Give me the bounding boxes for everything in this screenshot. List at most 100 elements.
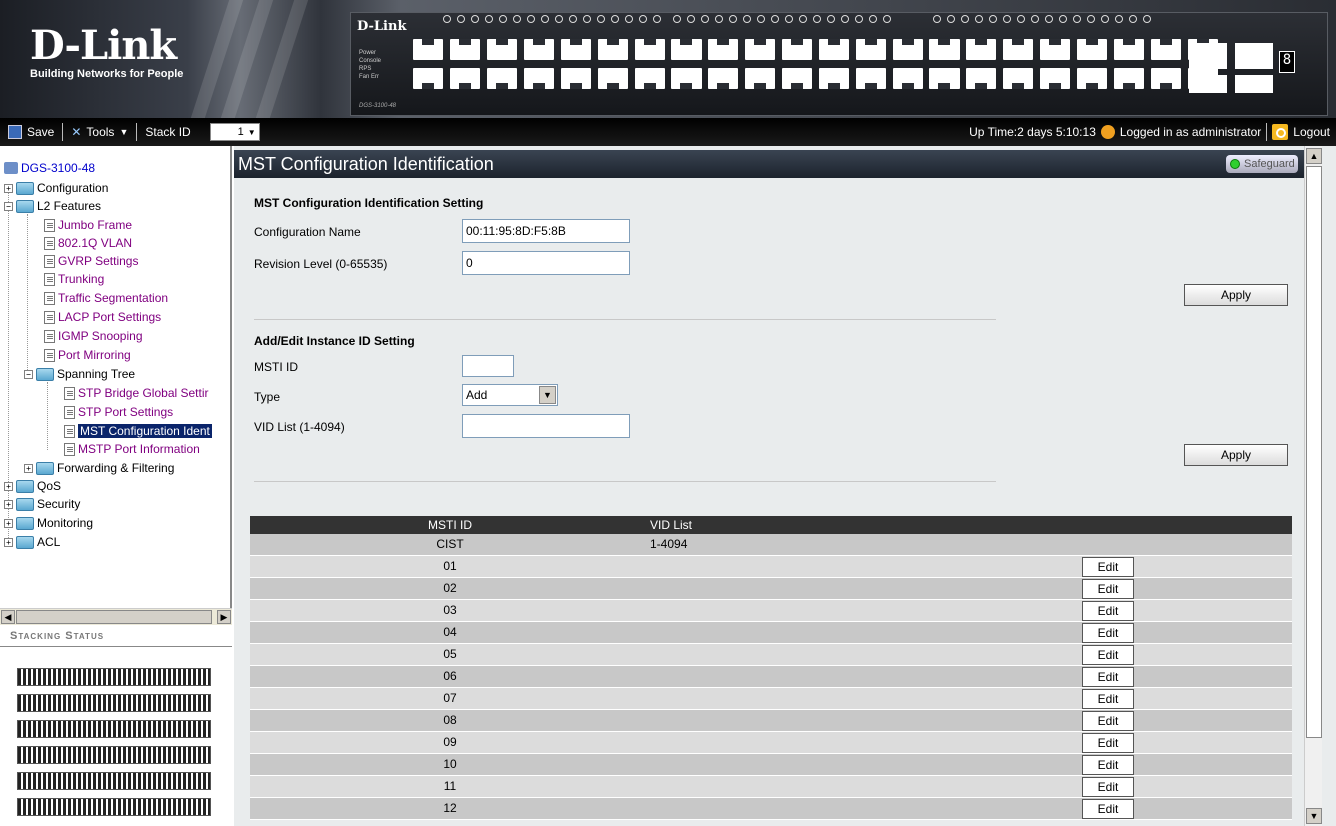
- edit-button[interactable]: Edit: [1082, 733, 1134, 753]
- table-row: 03 Edit: [250, 600, 1292, 622]
- expand-icon[interactable]: +: [24, 463, 33, 473]
- stack-unit-image[interactable]: [17, 694, 211, 712]
- edit-button[interactable]: Edit: [1082, 711, 1134, 731]
- folder-icon: [16, 497, 34, 511]
- expand-icon[interactable]: +: [4, 183, 13, 193]
- edit-button[interactable]: Edit: [1082, 579, 1134, 599]
- chevron-down-icon[interactable]: ▼: [539, 386, 556, 404]
- save-button[interactable]: Save: [0, 121, 62, 143]
- edit-button[interactable]: Edit: [1082, 689, 1134, 709]
- led-label: RPS: [359, 66, 372, 72]
- msti-id-cell: 02: [443, 581, 457, 595]
- main-content: MST Configuration Identification Safegua…: [234, 146, 1336, 826]
- stack-unit-image[interactable]: [17, 746, 211, 764]
- tree-item-configuration[interactable]: + Configuration: [4, 179, 108, 197]
- apply-mst-button[interactable]: Apply: [1184, 284, 1288, 306]
- chevron-down-icon: ▼: [119, 127, 129, 137]
- logout-button[interactable]: Logout: [1293, 125, 1330, 139]
- type-select[interactable]: Add ▼: [462, 384, 558, 406]
- tools-menu[interactable]: ✕ Tools ▼: [63, 121, 136, 143]
- edit-button[interactable]: Edit: [1082, 645, 1134, 665]
- tree-item-monitoring[interactable]: + Monitoring: [4, 514, 93, 532]
- expand-icon[interactable]: +: [4, 537, 13, 547]
- scroll-down-icon[interactable]: ▼: [1306, 808, 1322, 824]
- tree-item-acl[interactable]: + ACL: [4, 533, 60, 551]
- table-body: CIST 1-4094 01 Edit 02 Edit 03 Edit 04 Edit 05 Edit…: [250, 534, 1292, 820]
- scroll-left-icon[interactable]: ◀: [1, 610, 15, 624]
- tree-item-lacp-port-settings[interactable]: LACP Port Settings: [44, 308, 161, 326]
- msti-table: MSTI ID VID List CIST 1-4094 01 Edit 02 Edit 0…: [250, 516, 1292, 820]
- tree-root[interactable]: DGS-3100-48: [4, 159, 95, 177]
- edit-button[interactable]: Edit: [1082, 667, 1134, 687]
- safeguard-indicator: Safeguard: [1226, 155, 1298, 173]
- table-row: 04 Edit: [250, 622, 1292, 644]
- tree-item-igmp-snooping[interactable]: IGMP Snooping: [44, 327, 143, 345]
- page-icon: [44, 218, 55, 232]
- scroll-thumb[interactable]: [1306, 166, 1322, 738]
- revision-level-input[interactable]: 0: [462, 251, 630, 275]
- port-group-1: [413, 39, 702, 97]
- column-header-vid-list: VID List: [650, 518, 693, 532]
- tree-item-stp-bridge-global[interactable]: STP Bridge Global Settir: [64, 384, 209, 402]
- folder-open-icon: [36, 367, 54, 381]
- tree-item-jumbo-frame[interactable]: Jumbo Frame: [44, 216, 132, 234]
- apply-instance-button[interactable]: Apply: [1184, 444, 1288, 466]
- folder-open-icon: [16, 199, 34, 213]
- collapse-icon[interactable]: −: [24, 369, 33, 379]
- page-icon: [64, 424, 75, 438]
- tree-item-mst-configuration[interactable]: MST Configuration Ident: [64, 422, 212, 440]
- tree-item-l2-features[interactable]: − L2 Features: [4, 197, 101, 215]
- edit-button[interactable]: Edit: [1082, 623, 1134, 643]
- table-header: MSTI ID VID List: [250, 516, 1292, 534]
- expand-icon[interactable]: +: [4, 481, 13, 491]
- tree-item-8021q-vlan[interactable]: 802.1Q VLAN: [44, 234, 132, 252]
- expand-icon[interactable]: +: [4, 499, 13, 509]
- tools-icon: ✕: [71, 125, 82, 139]
- vid-list-label: VID List (1-4094): [254, 420, 345, 434]
- edit-button[interactable]: Edit: [1082, 755, 1134, 775]
- folder-icon: [16, 516, 34, 530]
- tree-item-spanning-tree[interactable]: − Spanning Tree: [24, 365, 135, 383]
- vid-list-input[interactable]: [462, 414, 630, 438]
- unit-id-display: 8: [1279, 51, 1295, 73]
- port-group-2: [671, 39, 960, 97]
- edit-button[interactable]: Edit: [1082, 799, 1134, 819]
- device-model: DGS-3100-48: [359, 103, 397, 109]
- tree-item-stp-port-settings[interactable]: STP Port Settings: [64, 403, 173, 421]
- edit-button[interactable]: Edit: [1082, 557, 1134, 577]
- scroll-thumb[interactable]: [16, 610, 212, 624]
- tree-horizontal-scrollbar[interactable]: ◀ ▶: [0, 608, 232, 625]
- expand-icon[interactable]: +: [4, 518, 13, 528]
- page-icon: [44, 348, 55, 362]
- collapse-icon[interactable]: −: [4, 201, 13, 211]
- table-row: 05 Edit: [250, 644, 1292, 666]
- edit-button[interactable]: Edit: [1082, 777, 1134, 797]
- tree-item-qos[interactable]: + QoS: [4, 477, 61, 495]
- scroll-right-icon[interactable]: ▶: [217, 610, 231, 624]
- tree-item-traffic-segmentation[interactable]: Traffic Segmentation: [44, 289, 168, 307]
- tree-label: Security: [37, 497, 81, 511]
- tree-item-security[interactable]: + Security: [4, 495, 80, 513]
- tree-item-forwarding-filtering[interactable]: + Forwarding & Filtering: [24, 459, 174, 477]
- chevron-down-icon: ▼: [247, 127, 256, 137]
- msti-id-cell: 08: [443, 713, 457, 727]
- config-name-input[interactable]: 00:11:95:8D:F5:8B: [462, 219, 630, 243]
- tree-item-port-mirroring[interactable]: Port Mirroring: [44, 346, 131, 364]
- msti-id-input[interactable]: [462, 355, 514, 377]
- tree-label: Configuration: [37, 181, 109, 195]
- stack-id-select[interactable]: 1 ▼: [209, 123, 260, 141]
- edit-button[interactable]: Edit: [1082, 601, 1134, 621]
- stack-unit-image[interactable]: [17, 720, 211, 738]
- stacking-status-panel: [0, 648, 232, 826]
- tree-item-trunking[interactable]: Trunking: [44, 270, 104, 288]
- tree-item-gvrp-settings[interactable]: GVRP Settings: [44, 252, 138, 270]
- scroll-up-icon[interactable]: ▲: [1306, 148, 1322, 164]
- tree-item-mstp-port-information[interactable]: MSTP Port Information: [64, 440, 200, 458]
- save-label: Save: [27, 125, 55, 139]
- main-vertical-scrollbar[interactable]: ▲ ▼: [1304, 146, 1322, 826]
- stack-unit-image[interactable]: [17, 772, 211, 790]
- safeguard-label: Safeguard: [1244, 158, 1295, 170]
- stack-unit-image[interactable]: [17, 668, 211, 686]
- stack-unit-image[interactable]: [17, 798, 211, 816]
- table-row: 09 Edit: [250, 732, 1292, 754]
